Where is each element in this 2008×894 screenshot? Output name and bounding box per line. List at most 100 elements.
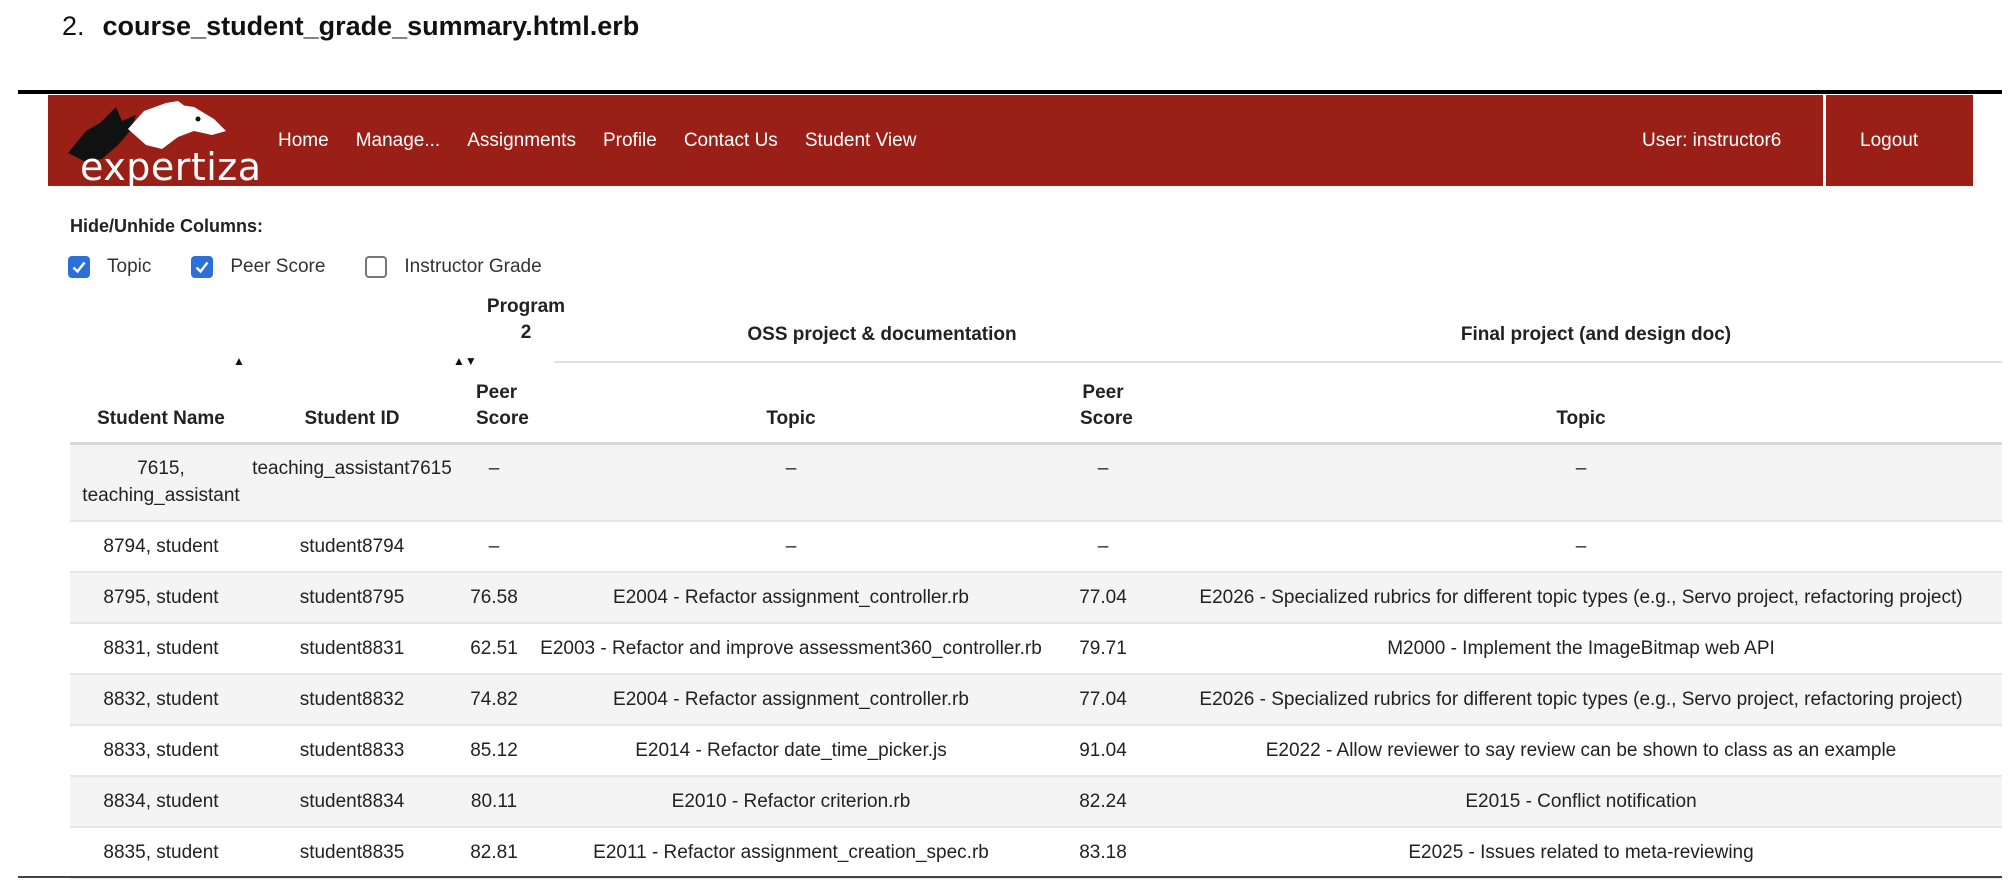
column-toggles: Topic Peer Score Instructor Grade (68, 256, 582, 278)
logout-button[interactable]: Logout (1860, 95, 1918, 186)
cell-student-name: 7615, teaching_assistant (70, 443, 252, 522)
cell-final-topic: E2022 - Allow reviewer to say review can… (1160, 725, 2002, 777)
toggle-instructor-grade[interactable]: Instructor Grade (365, 256, 542, 278)
table-row: 8834, student student8834 80.11 E2010 - … (70, 776, 2002, 828)
peer-score-checkbox[interactable] (191, 256, 214, 278)
nav-links: Home Manage... Assignments Profile Conta… (278, 95, 943, 186)
cell-final-topic: E2026 - Specialized rubrics for differen… (1160, 572, 2002, 624)
heading-filename: course_student_grade_summary.html.erb (102, 11, 640, 41)
grade-summary-table: Student Name Student ID Peer Score Topic… (70, 372, 2002, 879)
cell-oss-peer-score: – (1046, 521, 1160, 573)
cell-student-id: student8794 (252, 521, 452, 573)
toggle-topic[interactable]: Topic (68, 256, 151, 278)
toggle-peer-score[interactable]: Peer Score (191, 256, 325, 278)
cell-program-2-peer-score: 76.58 (452, 572, 536, 624)
checkmark-icon (72, 261, 86, 274)
cell-student-id: student8831 (252, 623, 452, 675)
cell-oss-peer-score: 77.04 (1046, 572, 1160, 624)
cell-student-id: student8833 (252, 725, 452, 777)
peer-score-toggle-label: Peer Score (230, 256, 326, 277)
group-header-rule (554, 361, 2002, 363)
cell-program-2-peer-score: 82.81 (452, 827, 536, 879)
cell-oss-topic: E2003 - Refactor and improve assessment3… (536, 623, 1046, 675)
table-row: 8831, student student8831 62.51 E2003 - … (70, 623, 2002, 675)
cell-oss-topic: – (536, 443, 1046, 522)
cell-student-name: 8794, student (70, 521, 252, 573)
instructor-grade-toggle-label: Instructor Grade (404, 256, 542, 277)
cell-oss-peer-score: 79.71 (1046, 623, 1160, 675)
cell-oss-peer-score: 83.18 (1046, 827, 1160, 879)
cell-program-2-peer-score: 85.12 (452, 725, 536, 777)
cell-oss-topic: E2011 - Refactor assignment_creation_spe… (536, 827, 1046, 879)
cell-student-name: 8795, student (70, 572, 252, 624)
sort-toggle-icon[interactable]: ▲▼ (453, 354, 477, 368)
cell-oss-topic: E2014 - Refactor date_time_picker.js (536, 725, 1046, 777)
nav-contact-us[interactable]: Contact Us (684, 130, 778, 152)
nav-home[interactable]: Home (278, 130, 329, 152)
cell-final-topic: E2026 - Specialized rubrics for differen… (1160, 674, 2002, 726)
cell-student-name: 8835, student (70, 827, 252, 879)
cell-oss-topic: E2004 - Refactor assignment_controller.r… (536, 572, 1046, 624)
nav-manage[interactable]: Manage... (356, 130, 441, 152)
column-header-final-topic[interactable]: Topic (1160, 372, 2002, 445)
cell-final-topic: – (1160, 443, 2002, 522)
cell-final-topic: E2025 - Issues related to meta-reviewing (1160, 827, 2002, 879)
cell-oss-peer-score: 82.24 (1046, 776, 1160, 828)
document-heading: 2. course_student_grade_summary.html.erb (62, 6, 639, 46)
topic-checkbox[interactable] (68, 256, 90, 278)
cell-student-name: 8833, student (70, 725, 252, 777)
checkmark-icon (196, 261, 209, 274)
heading-number: 2. (62, 11, 85, 41)
bottom-rule (18, 876, 2002, 878)
table-row: 8795, student student8795 76.58 E2004 - … (70, 572, 2002, 624)
cell-final-topic: M2000 - Implement the ImageBitmap web AP… (1160, 623, 2002, 675)
cell-oss-topic: – (536, 521, 1046, 573)
cell-student-id: student8795 (252, 572, 452, 624)
top-rule (18, 90, 2002, 94)
cell-student-name: 8831, student (70, 623, 252, 675)
current-user: User: instructor6 (1642, 129, 1782, 151)
column-header-student-name[interactable]: Student Name (70, 372, 252, 445)
nav-divider (1823, 95, 1826, 186)
cell-oss-topic: E2004 - Refactor assignment_controller.r… (536, 674, 1046, 726)
table-row: 7615, teaching_assistant teaching_assist… (70, 443, 2002, 522)
sort-ascending-icon[interactable]: ▲ (233, 354, 245, 368)
nav-student-view[interactable]: Student View (805, 130, 917, 152)
column-header-oss-peer-score[interactable]: Peer Score (1046, 372, 1160, 445)
cell-oss-peer-score: 91.04 (1046, 725, 1160, 777)
topic-toggle-label: Topic (107, 256, 152, 277)
instructor-grade-checkbox[interactable] (365, 256, 388, 278)
cell-student-id: student8834 (252, 776, 452, 828)
logo-text: expertiza (80, 145, 262, 189)
column-header-student-id[interactable]: Student ID (252, 372, 452, 445)
cell-oss-peer-score: – (1046, 443, 1160, 522)
group-header-oss-project: OSS project & documentation (747, 324, 1017, 345)
cell-program-2-peer-score: 62.51 (452, 623, 536, 675)
table-header-row: Student Name Student ID Peer Score Topic… (70, 372, 2002, 445)
table-row: 8832, student student8832 74.82 E2004 - … (70, 674, 2002, 726)
hide-unhide-label: Hide/Unhide Columns: (70, 216, 263, 236)
cell-student-id: student8832 (252, 674, 452, 726)
column-header-oss-topic[interactable]: Topic (536, 372, 1046, 445)
table-row: 8794, student student8794 – – – – (70, 521, 2002, 573)
cell-final-topic: – (1160, 521, 2002, 573)
group-header-final-project: Final project (and design doc) (1460, 324, 1732, 345)
cell-program-2-peer-score: – (452, 521, 536, 573)
cell-program-2-peer-score: 74.82 (452, 674, 536, 726)
nav-profile[interactable]: Profile (603, 130, 657, 152)
nav-assignments[interactable]: Assignments (467, 130, 576, 152)
cell-oss-peer-score: 77.04 (1046, 674, 1160, 726)
navbar: expertiza Home Manage... Assignments Pro… (48, 95, 1973, 189)
expertiza-logo[interactable]: expertiza (66, 101, 266, 189)
cell-student-name: 8832, student (70, 674, 252, 726)
cell-student-id: teaching_assistant7615 (252, 443, 452, 522)
cell-oss-topic: E2010 - Refactor criterion.rb (536, 776, 1046, 828)
cell-program-2-peer-score: – (452, 443, 536, 522)
cell-program-2-peer-score: 80.11 (452, 776, 536, 828)
table-row: 8833, student student8833 85.12 E2014 - … (70, 725, 2002, 777)
group-header-program-2: Program 2 (486, 296, 566, 343)
cell-student-id: student8835 (252, 827, 452, 879)
cell-student-name: 8834, student (70, 776, 252, 828)
table-row: 8835, student student8835 82.81 E2011 - … (70, 827, 2002, 879)
column-header-program-2-peer-score[interactable]: Peer Score (452, 372, 536, 445)
